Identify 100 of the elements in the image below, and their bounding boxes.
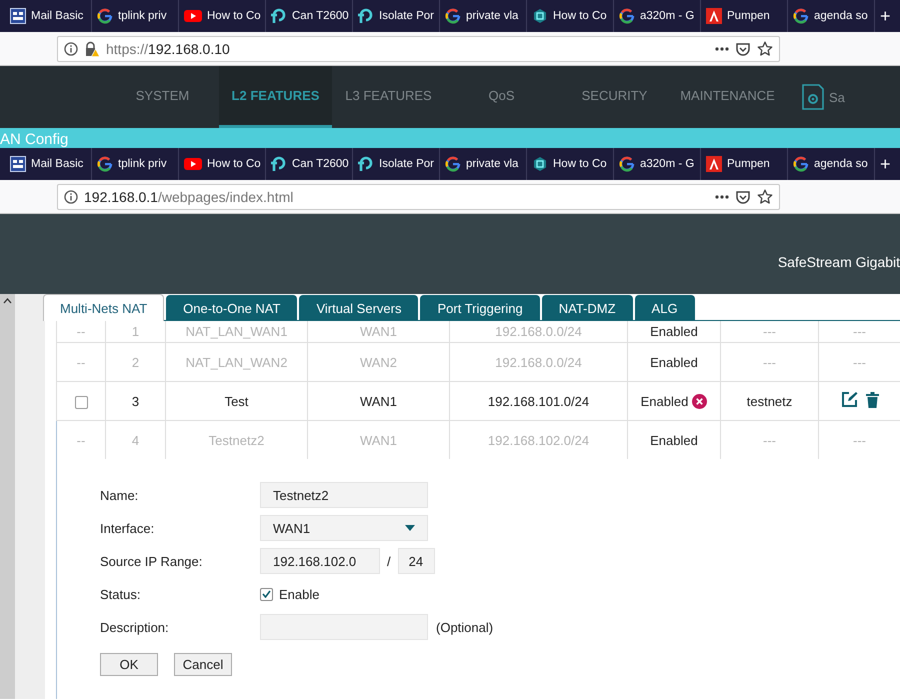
field-label: Status: bbox=[100, 586, 142, 602]
status-text: Enabled bbox=[640, 394, 688, 408]
table-cell: --- bbox=[763, 432, 776, 448]
google-icon bbox=[619, 156, 635, 172]
page-tab[interactable]: ALG bbox=[634, 295, 695, 320]
status-text: Enabled bbox=[650, 354, 698, 370]
field-label: Interface: bbox=[100, 520, 156, 536]
input-field[interactable]: 24 bbox=[398, 548, 435, 574]
table-cell: 192.168.101.0/24 bbox=[488, 394, 590, 408]
separator-text: / bbox=[387, 554, 391, 568]
edit-icon[interactable] bbox=[840, 391, 858, 408]
table-cell: 192.168.102.0/24 bbox=[488, 432, 590, 448]
page-tab[interactable]: NAT-DMZ bbox=[542, 295, 633, 320]
pdf-icon bbox=[706, 8, 722, 24]
table-cell: testnetz bbox=[746, 394, 792, 408]
google-icon bbox=[793, 156, 809, 172]
page-tab[interactable]: Port Triggering bbox=[420, 295, 540, 320]
table-cell: --- bbox=[853, 354, 866, 370]
table-cell: 192.168.0.0/24 bbox=[495, 324, 582, 339]
table-cell: Testnetz2 bbox=[208, 432, 264, 448]
input-field[interactable]: Testnetz2 bbox=[260, 482, 428, 508]
address-field[interactable]: https://192.168.0.10 bbox=[57, 36, 780, 62]
lock-warning-icon bbox=[84, 40, 100, 56]
pocket-icon[interactable] bbox=[735, 40, 751, 56]
save-button[interactable]: Sa bbox=[802, 66, 845, 128]
table-cell: 1 bbox=[132, 324, 140, 339]
nav-tab[interactable]: SECURITY bbox=[558, 66, 671, 128]
delete-icon[interactable] bbox=[866, 392, 878, 408]
tplink-icon bbox=[358, 8, 374, 24]
status-text: Enabled bbox=[650, 324, 698, 339]
remove-icon[interactable] bbox=[692, 394, 708, 408]
input-field[interactable]: 192.168.102.0 bbox=[260, 548, 380, 574]
video-icon bbox=[184, 157, 202, 171]
scrollbar[interactable] bbox=[0, 294, 15, 699]
table-cell: --- bbox=[763, 354, 776, 370]
google-icon bbox=[619, 8, 635, 24]
shield-icon bbox=[532, 156, 548, 172]
dropdown-caret-icon bbox=[405, 525, 415, 531]
field-label: Description: bbox=[100, 620, 170, 634]
input-field[interactable] bbox=[260, 614, 428, 640]
bookmark-star-icon[interactable] bbox=[757, 40, 773, 56]
table-cell: 192.168.0.0/24 bbox=[495, 354, 582, 370]
table-cell: -- bbox=[76, 432, 86, 448]
video-icon bbox=[184, 9, 202, 23]
table-cell: 4 bbox=[132, 432, 140, 448]
new-tab-button[interactable]: + bbox=[877, 148, 894, 180]
status-text: Enabled bbox=[650, 432, 698, 448]
field-label: Name: bbox=[100, 488, 140, 502]
check-icon bbox=[262, 590, 271, 598]
google-icon bbox=[97, 156, 113, 172]
tplink-icon bbox=[358, 156, 374, 172]
bookmark-star-icon[interactable] bbox=[757, 188, 773, 204]
dropdown[interactable]: WAN1 bbox=[260, 515, 428, 541]
url-text: 192.168.0.1/webpages/index.html bbox=[84, 188, 294, 204]
checkbox-label: Enable bbox=[279, 586, 320, 602]
ok-button[interactable]: OK bbox=[100, 653, 158, 676]
new-tab-button[interactable]: + bbox=[877, 0, 894, 32]
tplink-icon bbox=[271, 8, 287, 24]
google-icon bbox=[793, 8, 809, 24]
url-text: https://192.168.0.10 bbox=[106, 40, 231, 56]
tplink-icon bbox=[271, 156, 287, 172]
table-cell: WAN1 bbox=[360, 432, 398, 448]
pdf-icon bbox=[706, 156, 722, 172]
table-cell: 2 bbox=[132, 354, 140, 370]
nav-tab[interactable]: L2 FEATURES bbox=[219, 66, 332, 128]
nav-tab[interactable]: QoS bbox=[445, 66, 558, 128]
checkbox[interactable] bbox=[260, 588, 273, 600]
info-icon bbox=[64, 190, 78, 204]
row-checkbox[interactable] bbox=[74, 396, 88, 409]
nav-tab[interactable]: SYSTEM bbox=[106, 66, 219, 128]
google-icon bbox=[97, 8, 113, 24]
page-tab[interactable]: Multi-Nets NAT bbox=[43, 294, 164, 321]
table-cell: WAN1 bbox=[360, 394, 398, 408]
table-cell: NAT_LAN_WAN2 bbox=[186, 354, 288, 370]
page-tab[interactable]: One-to-One NAT bbox=[166, 295, 298, 320]
mail-icon bbox=[10, 156, 26, 172]
info-icon bbox=[64, 42, 78, 56]
more-icon[interactable] bbox=[715, 46, 729, 50]
page-tab[interactable]: Virtual Servers bbox=[299, 295, 418, 320]
pocket-icon[interactable] bbox=[735, 188, 751, 204]
page-title: AN Config bbox=[0, 131, 68, 148]
table-cell: WAN2 bbox=[360, 354, 398, 370]
nav-tab[interactable]: MAINTENANCE bbox=[671, 66, 784, 128]
table-cell: WAN1 bbox=[360, 324, 398, 339]
mail-icon bbox=[10, 8, 26, 24]
hint-text: (Optional) bbox=[436, 620, 494, 634]
cancel-button[interactable]: Cancel bbox=[174, 653, 232, 676]
product-name: SafeStream Gigabit bbox=[778, 254, 900, 270]
nav-tab[interactable]: L3 FEATURES bbox=[332, 66, 445, 128]
table-cell: -- bbox=[76, 324, 86, 339]
table-cell: NAT_LAN_WAN1 bbox=[186, 324, 288, 339]
google-icon bbox=[445, 8, 461, 24]
address-field[interactable]: 192.168.0.1/webpages/index.html bbox=[57, 184, 780, 210]
table-cell: --- bbox=[853, 324, 866, 339]
table-cell: --- bbox=[853, 432, 866, 448]
save-icon bbox=[802, 84, 824, 110]
more-icon[interactable] bbox=[715, 194, 729, 198]
google-icon bbox=[445, 156, 461, 172]
shield-icon bbox=[532, 8, 548, 24]
table-cell: -- bbox=[76, 354, 86, 370]
